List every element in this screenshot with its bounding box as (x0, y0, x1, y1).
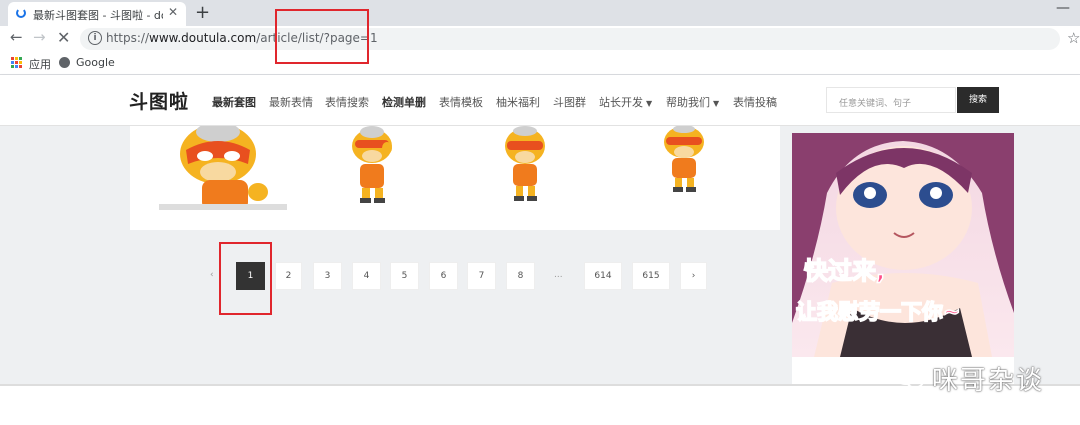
page-button-6[interactable]: 6 (429, 262, 458, 290)
globe-icon (59, 57, 70, 68)
page-button-8[interactable]: 8 (506, 262, 535, 290)
nav-latest-sets[interactable]: 最新套图 (212, 94, 256, 110)
page-highlight-box (219, 242, 272, 315)
new-tab-button[interactable]: + (195, 2, 210, 23)
caret-down-icon: ▼ (713, 99, 720, 108)
bookmark-apps[interactable]: 应用 (29, 56, 51, 72)
page-button-3[interactable]: 3 (313, 262, 342, 290)
nav-youmi-welfare[interactable]: 柚米福利 (496, 94, 540, 110)
url-prefix: https:// (106, 31, 150, 45)
page-button-7[interactable]: 7 (467, 262, 496, 290)
minimize-button[interactable]: — (1056, 0, 1070, 16)
monkey-sticker-image[interactable] (498, 126, 553, 202)
nav-help-us[interactable]: 帮助我们 ▼ (666, 94, 719, 110)
search-input[interactable]: 任意关键词、句子 (826, 87, 956, 113)
nav-webmaster-dev[interactable]: 站长开发 ▼ (599, 94, 652, 110)
nav-help-us-label: 帮助我们 (666, 96, 710, 109)
page-button-5[interactable]: 5 (390, 262, 419, 290)
ad-text-line1: 快过来, (804, 257, 885, 285)
url-host: www.doutula.com (149, 31, 257, 45)
nav-emoji-search[interactable]: 表情搜索 (325, 94, 369, 110)
apps-grid-icon[interactable] (11, 57, 22, 68)
monkey-sticker-image[interactable] (170, 126, 280, 210)
site-logo[interactable]: 斗图啦 (129, 87, 189, 114)
pagination-prev[interactable]: ‹ (210, 270, 214, 280)
close-tab-icon[interactable]: ✕ (168, 5, 178, 19)
monkey-sticker-image[interactable] (657, 126, 712, 194)
page-button-615[interactable]: 615 (632, 262, 670, 290)
bookmark-google[interactable]: Google (76, 56, 115, 69)
nav-check-deleted[interactable]: 检测单删 (382, 94, 426, 110)
back-arrow-icon[interactable]: ← (10, 28, 23, 46)
pedestal (159, 204, 287, 210)
tab-title: 最新斗图套图 - 斗图啦 - doutula (33, 9, 163, 22)
stop-loading-icon[interactable]: ✕ (57, 28, 70, 47)
pagination-next[interactable]: › (680, 262, 707, 290)
nav-latest-emoji[interactable]: 最新表情 (269, 94, 313, 110)
wechat-icon (895, 367, 924, 389)
nav-submit-emoji[interactable]: 表情投稿 (733, 94, 777, 110)
ad-text-line2: 让我慰劳一下你~ (796, 300, 961, 324)
nav-webmaster-dev-label: 站长开发 (599, 96, 643, 109)
caret-down-icon: ▼ (646, 99, 653, 108)
search-button[interactable]: 搜索 (957, 87, 999, 113)
page-button-4[interactable]: 4 (352, 262, 381, 290)
nav-emoji-templates[interactable]: 表情模板 (439, 94, 483, 110)
info-icon[interactable]: i (88, 31, 102, 45)
anime-ad-image[interactable]: 快过来, 让我慰劳一下你~ (792, 133, 1014, 357)
nav-doutu-group[interactable]: 斗图群 (553, 94, 586, 110)
monkey-sticker-image[interactable] (345, 126, 400, 204)
pagination-ellipsis: ... (554, 270, 563, 280)
page-button-2[interactable]: 2 (275, 262, 302, 290)
bookmark-star-icon[interactable]: ☆ (1067, 29, 1080, 47)
loading-spinner-icon (16, 8, 26, 18)
bookmarks-bar (0, 52, 1080, 75)
page-button-614[interactable]: 614 (584, 262, 622, 290)
forward-arrow-icon[interactable]: → (33, 28, 46, 46)
url-highlight-box (275, 9, 369, 64)
watermark-text: 咪哥杂谈 (932, 366, 1045, 396)
